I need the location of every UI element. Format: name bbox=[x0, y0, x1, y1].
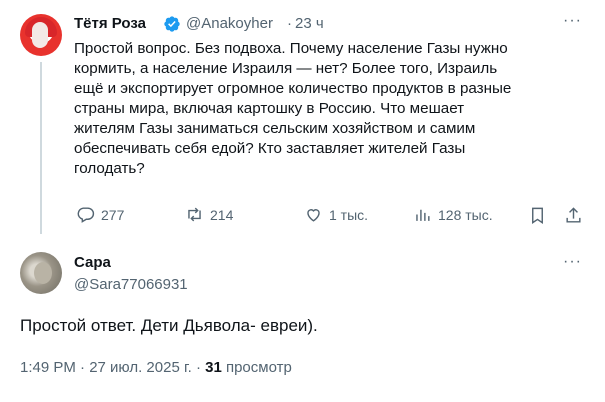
tweet-text-line: жителям Газы заниматься сельским хозяйст… bbox=[74, 120, 476, 137]
reply-author-avatar[interactable] bbox=[20, 252, 62, 294]
repost-button[interactable]: 214 bbox=[185, 205, 233, 224]
author-handle[interactable]: @Anakoyher bbox=[186, 15, 273, 32]
reply-count: 277 bbox=[101, 206, 125, 223]
repost-count: 214 bbox=[210, 206, 234, 223]
share-icon[interactable] bbox=[564, 206, 583, 225]
reply-button[interactable]: 277 bbox=[76, 205, 124, 224]
verified-badge-icon[interactable] bbox=[163, 15, 181, 33]
reply-meta: 1:49 PM · 27 июл. 2025 г. · 31 просмотр bbox=[20, 359, 292, 376]
reply-view-label: просмотр bbox=[221, 359, 292, 376]
heart-icon bbox=[307, 209, 320, 222]
tweet-text-line: голодать? bbox=[74, 160, 145, 177]
reply-timestamp[interactable]: 1:49 PM · 27 июл. 2025 г. · bbox=[20, 359, 205, 376]
author-avatar[interactable] bbox=[20, 14, 62, 56]
analytics-icon bbox=[416, 209, 430, 221]
bookmark-icon[interactable] bbox=[528, 206, 547, 225]
tweet-text-line: страны мира, включая картошку в Россию. … bbox=[74, 100, 465, 117]
views-button[interactable]: 128 тыс. bbox=[413, 205, 493, 224]
tweet-text-line: кормить, а население Израиля — нет? Боле… bbox=[74, 60, 498, 77]
author-name[interactable]: Тётя Роза bbox=[74, 15, 146, 32]
view-count: 128 тыс. bbox=[438, 206, 493, 223]
avatar-figure bbox=[34, 262, 52, 284]
like-button[interactable]: 1 тыс. bbox=[304, 205, 368, 224]
reply-view-count: 31 bbox=[205, 359, 222, 376]
avatar-face bbox=[32, 22, 48, 48]
tweet-text-line: обеспечивать себя едой? Кто заставляет ж… bbox=[74, 140, 466, 157]
repost-icon bbox=[188, 207, 201, 222]
thread-line bbox=[40, 62, 42, 234]
like-count: 1 тыс. bbox=[329, 206, 369, 223]
reply-text: Простой ответ. Дети Дьявола- евреи). bbox=[20, 316, 318, 335]
tweet-text: Простой вопрос. Без подвоха. Почему насе… bbox=[74, 39, 574, 179]
tweet-time[interactable]: 23 ч bbox=[295, 15, 324, 32]
more-options-icon[interactable]: ··· bbox=[563, 12, 582, 30]
tweet-text-line: ещё и экспортирует огромное количество п… bbox=[74, 80, 512, 97]
reply-author-handle[interactable]: @Sara77066931 bbox=[74, 276, 188, 293]
tweet-text-line: Простой вопрос. Без подвоха. Почему насе… bbox=[74, 40, 508, 57]
reply-more-options-icon[interactable]: ··· bbox=[563, 253, 582, 271]
reply-icon bbox=[77, 207, 95, 223]
reply-author-name[interactable]: Сара bbox=[74, 254, 111, 271]
separator-dot: · bbox=[287, 15, 292, 32]
